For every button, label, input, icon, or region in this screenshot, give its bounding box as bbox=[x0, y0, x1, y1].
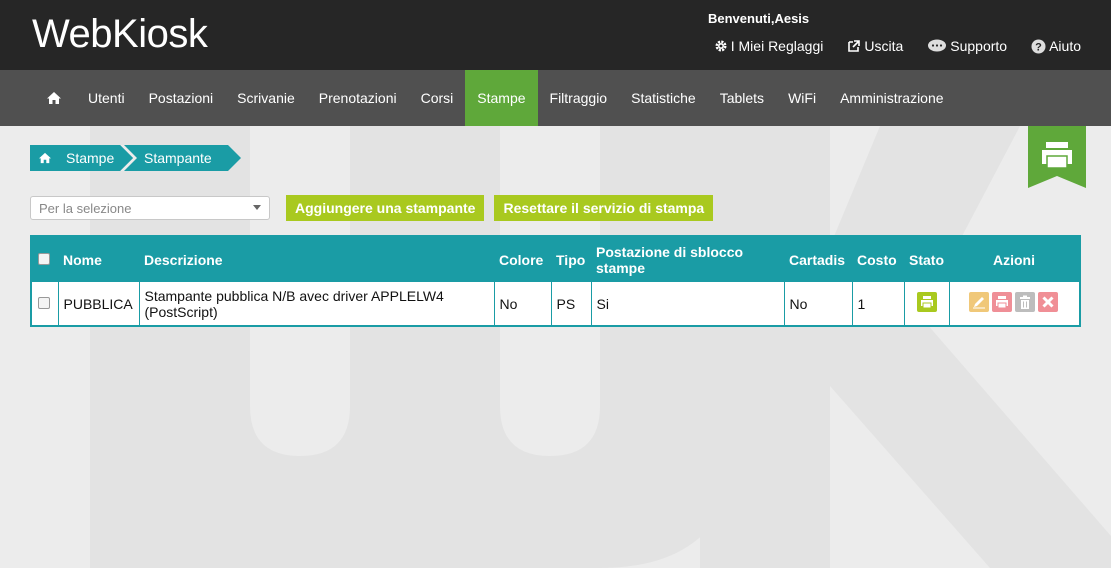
nav-statistiche[interactable]: Statistiche bbox=[619, 70, 708, 126]
background-watermark bbox=[0, 126, 1111, 568]
col-description[interactable]: Descrizione bbox=[139, 237, 494, 282]
cell-cartadis: No bbox=[784, 282, 853, 325]
pencil-icon bbox=[972, 297, 985, 309]
col-type[interactable]: Tipo bbox=[551, 237, 591, 282]
top-links: I Miei Reglaggi Uscita Supporto ? Aiuto bbox=[690, 38, 1081, 54]
cell-state bbox=[904, 282, 950, 325]
trash-icon bbox=[1019, 295, 1030, 309]
col-unlock-station[interactable]: Postazione di sblocco stampe bbox=[591, 237, 784, 282]
print-action-button[interactable] bbox=[991, 292, 1012, 312]
main-nav: Utenti Postazioni Scrivanie Prenotazioni… bbox=[0, 70, 1111, 126]
nav-filtraggio[interactable]: Filtraggio bbox=[538, 70, 620, 126]
bulk-action-select[interactable]: Per la selezione bbox=[30, 196, 270, 220]
top-bar: WebKiosk Benvenuti,Aesis I Miei Reglaggi… bbox=[0, 0, 1111, 70]
printers-table: Nome Descrizione Colore Tipo Postazione … bbox=[30, 235, 1081, 327]
nav-corsi[interactable]: Corsi bbox=[409, 70, 466, 126]
remove-button[interactable] bbox=[1037, 292, 1058, 312]
breadcrumb-stampante-label: Stampante bbox=[144, 150, 212, 166]
external-link-icon bbox=[848, 40, 861, 52]
col-cost[interactable]: Costo bbox=[852, 237, 904, 282]
delete-button[interactable] bbox=[1014, 292, 1035, 312]
nav-amministrazione[interactable]: Amministrazione bbox=[828, 70, 955, 126]
col-state: Stato bbox=[909, 251, 944, 268]
nav-stampe[interactable]: Stampe bbox=[465, 70, 538, 126]
cell-name: PUBBLICA bbox=[58, 282, 140, 325]
printer-section-badge bbox=[1028, 126, 1086, 188]
table-row: PUBBLICA Stampante pubblica N/B avec dri… bbox=[32, 282, 1079, 325]
add-printer-button[interactable]: Aggiungere una stampante bbox=[286, 195, 485, 221]
welcome-text: Benvenuti,Aesis bbox=[708, 11, 810, 26]
edit-button[interactable] bbox=[968, 292, 989, 312]
printer-icon bbox=[1042, 142, 1072, 169]
cell-type: PS bbox=[551, 282, 592, 325]
cell-description: Stampante pubblica N/B avec driver APPLE… bbox=[139, 282, 495, 325]
nav-utenti[interactable]: Utenti bbox=[76, 70, 137, 126]
col-name[interactable]: Nome bbox=[58, 237, 139, 282]
select-all-checkbox[interactable] bbox=[38, 252, 50, 265]
col-actions: Azioni bbox=[993, 251, 1035, 268]
close-icon bbox=[1041, 296, 1054, 308]
nav-wifi[interactable]: WiFi bbox=[776, 70, 828, 126]
row-select-cell bbox=[32, 282, 59, 325]
cell-unlock-station: Si bbox=[591, 282, 785, 325]
breadcrumb-arrow bbox=[228, 145, 241, 171]
logout-link-label: Uscita bbox=[864, 38, 904, 54]
reset-print-service-button[interactable]: Resettare il servizio di stampa bbox=[494, 195, 714, 221]
breadcrumb-stampe[interactable]: Stampe bbox=[30, 145, 124, 171]
nav-postazioni[interactable]: Postazioni bbox=[137, 70, 226, 126]
svg-text:?: ? bbox=[1035, 41, 1042, 53]
gear-icon bbox=[715, 40, 727, 52]
nav-prenotazioni[interactable]: Prenotazioni bbox=[307, 70, 409, 126]
app-logo[interactable]: WebKiosk bbox=[32, 12, 208, 57]
settings-link[interactable]: I Miei Reglaggi bbox=[714, 38, 824, 54]
cell-cost: 1 bbox=[852, 282, 905, 325]
help-circle-icon: ? bbox=[1031, 39, 1046, 53]
support-link[interactable]: Supporto bbox=[927, 38, 1007, 54]
bulk-action-placeholder: Per la selezione bbox=[39, 201, 132, 216]
support-link-label: Supporto bbox=[950, 38, 1008, 54]
nav-tablets[interactable]: Tablets bbox=[708, 70, 776, 126]
breadcrumb-separator bbox=[120, 145, 137, 171]
chat-bubble-icon bbox=[928, 39, 947, 52]
nav-home[interactable] bbox=[34, 70, 76, 126]
chevron-down-icon bbox=[253, 205, 261, 210]
table-header-row: Nome Descrizione Colore Tipo Postazione … bbox=[32, 237, 1079, 282]
printer-state-toggle[interactable] bbox=[916, 292, 937, 312]
printer-icon bbox=[995, 296, 1008, 309]
logout-link[interactable]: Uscita bbox=[847, 38, 903, 54]
row-checkbox[interactable] bbox=[38, 296, 50, 309]
settings-link-label: I Miei Reglaggi bbox=[730, 38, 824, 54]
toolbar: Per la selezione Aggiungere una stampant… bbox=[30, 195, 714, 221]
help-link-label: Aiuto bbox=[1049, 38, 1081, 54]
home-icon bbox=[47, 92, 61, 104]
col-cartadis[interactable]: Cartadis bbox=[784, 237, 852, 282]
printer-icon bbox=[920, 296, 933, 309]
col-color[interactable]: Colore bbox=[494, 237, 551, 282]
nav-scrivanie[interactable]: Scrivanie bbox=[225, 70, 307, 126]
home-icon bbox=[39, 152, 51, 164]
cell-color: No bbox=[494, 282, 552, 325]
select-all-header bbox=[32, 237, 58, 282]
breadcrumb-stampe-label: Stampe bbox=[66, 150, 115, 166]
help-link[interactable]: ? Aiuto bbox=[1031, 38, 1081, 54]
breadcrumb-stampante[interactable]: Stampante bbox=[124, 145, 228, 171]
breadcrumb: Stampe Stampante bbox=[30, 145, 242, 171]
cell-actions bbox=[949, 282, 1079, 325]
